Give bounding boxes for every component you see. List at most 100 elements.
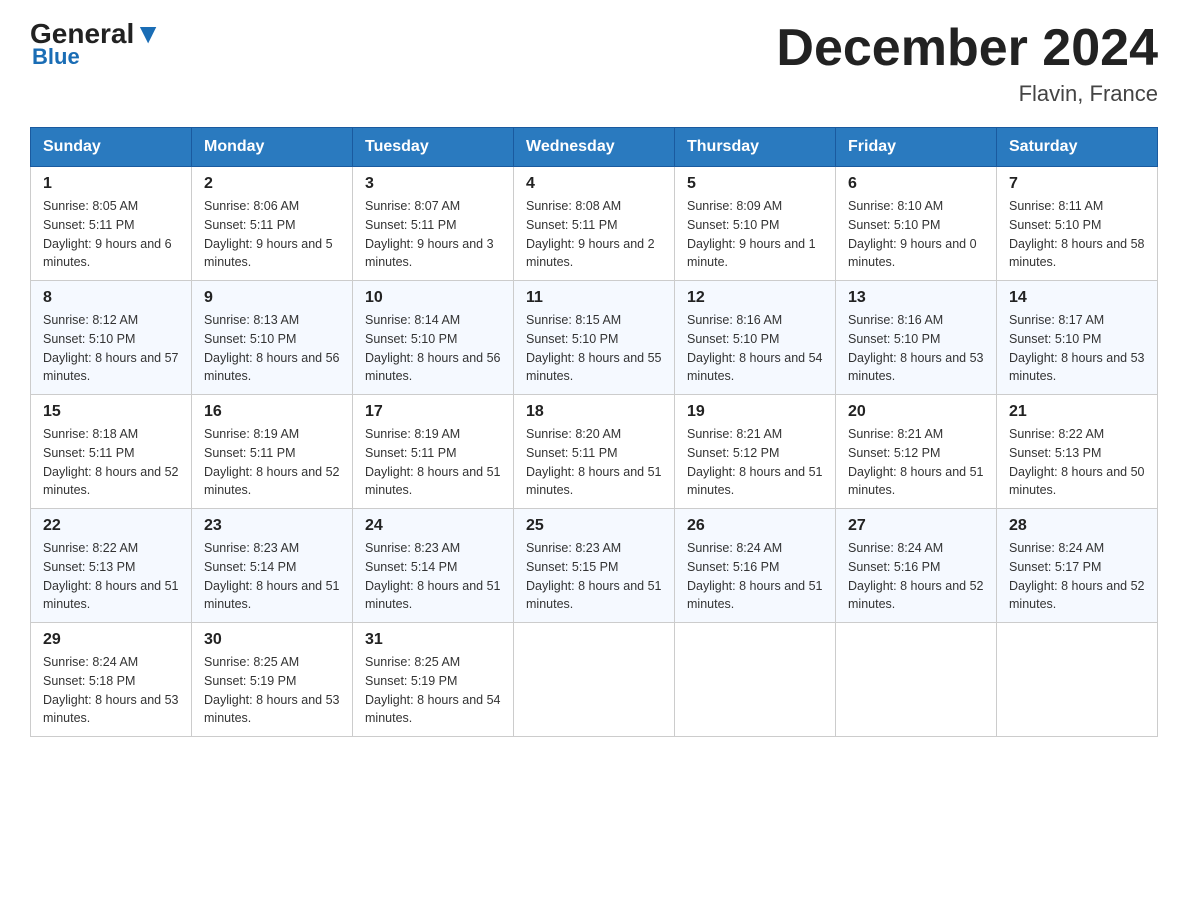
sunset-label: Sunset: 5:11 PM [365,446,457,460]
day-info: Sunrise: 8:24 AM Sunset: 5:17 PM Dayligh… [1009,539,1145,614]
sunset-label: Sunset: 5:10 PM [365,332,457,346]
day-number: 1 [43,175,179,193]
week-row-3: 15 Sunrise: 8:18 AM Sunset: 5:11 PM Dayl… [31,395,1158,509]
sunset-label: Sunset: 5:10 PM [1009,332,1101,346]
sunset-label: Sunset: 5:11 PM [43,218,135,232]
sunset-label: Sunset: 5:19 PM [204,674,296,688]
day-info: Sunrise: 8:22 AM Sunset: 5:13 PM Dayligh… [1009,425,1145,500]
sunset-label: Sunset: 5:17 PM [1009,560,1101,574]
daylight-label: Daylight: 8 hours and 51 minutes. [43,579,179,612]
sunset-label: Sunset: 5:11 PM [204,218,296,232]
sunrise-label: Sunrise: 8:05 AM [43,199,138,213]
day-cell: 29 Sunrise: 8:24 AM Sunset: 5:18 PM Dayl… [31,623,192,737]
day-cell: 2 Sunrise: 8:06 AM Sunset: 5:11 PM Dayli… [192,167,353,281]
sunrise-label: Sunrise: 8:07 AM [365,199,460,213]
sunrise-label: Sunrise: 8:22 AM [1009,427,1104,441]
sunset-label: Sunset: 5:18 PM [43,674,135,688]
day-info: Sunrise: 8:09 AM Sunset: 5:10 PM Dayligh… [687,197,823,272]
day-info: Sunrise: 8:25 AM Sunset: 5:19 PM Dayligh… [365,653,501,728]
daylight-label: Daylight: 8 hours and 53 minutes. [43,693,179,726]
daylight-label: Daylight: 8 hours and 53 minutes. [204,693,340,726]
sunrise-label: Sunrise: 8:08 AM [526,199,621,213]
sunset-label: Sunset: 5:11 PM [526,218,618,232]
day-cell: 12 Sunrise: 8:16 AM Sunset: 5:10 PM Dayl… [675,281,836,395]
day-cell: 4 Sunrise: 8:08 AM Sunset: 5:11 PM Dayli… [514,167,675,281]
day-info: Sunrise: 8:19 AM Sunset: 5:11 PM Dayligh… [204,425,340,500]
day-number: 31 [365,631,501,649]
logo: General▼ Blue [30,20,162,70]
sunrise-label: Sunrise: 8:11 AM [1009,199,1103,213]
day-number: 27 [848,517,984,535]
daylight-label: Daylight: 8 hours and 51 minutes. [204,579,340,612]
day-cell [997,623,1158,737]
daylight-label: Daylight: 8 hours and 51 minutes. [365,465,501,498]
day-number: 4 [526,175,662,193]
daylight-label: Daylight: 8 hours and 50 minutes. [1009,465,1145,498]
daylight-label: Daylight: 8 hours and 52 minutes. [43,465,179,498]
day-number: 23 [204,517,340,535]
calendar-subtitle: Flavin, France [776,81,1158,107]
day-cell: 6 Sunrise: 8:10 AM Sunset: 5:10 PM Dayli… [836,167,997,281]
day-cell: 19 Sunrise: 8:21 AM Sunset: 5:12 PM Dayl… [675,395,836,509]
day-number: 2 [204,175,340,193]
daylight-label: Daylight: 9 hours and 0 minutes. [848,237,977,270]
sunrise-label: Sunrise: 8:24 AM [43,655,138,669]
day-cell: 21 Sunrise: 8:22 AM Sunset: 5:13 PM Dayl… [997,395,1158,509]
day-info: Sunrise: 8:13 AM Sunset: 5:10 PM Dayligh… [204,311,340,386]
day-number: 26 [687,517,823,535]
logo-triangle-shape: ▼ [134,18,162,49]
sunset-label: Sunset: 5:10 PM [687,332,779,346]
day-number: 9 [204,289,340,307]
day-info: Sunrise: 8:23 AM Sunset: 5:14 PM Dayligh… [365,539,501,614]
day-number: 5 [687,175,823,193]
week-row-2: 8 Sunrise: 8:12 AM Sunset: 5:10 PM Dayli… [31,281,1158,395]
page-header: General▼ Blue December 2024 Flavin, Fran… [30,20,1158,107]
sunrise-label: Sunrise: 8:17 AM [1009,313,1104,327]
day-info: Sunrise: 8:24 AM Sunset: 5:16 PM Dayligh… [687,539,823,614]
sunset-label: Sunset: 5:12 PM [848,446,940,460]
day-number: 19 [687,403,823,421]
daylight-label: Daylight: 8 hours and 56 minutes. [365,351,501,384]
day-info: Sunrise: 8:21 AM Sunset: 5:12 PM Dayligh… [848,425,984,500]
sunset-label: Sunset: 5:10 PM [526,332,618,346]
day-cell: 16 Sunrise: 8:19 AM Sunset: 5:11 PM Dayl… [192,395,353,509]
day-cell: 3 Sunrise: 8:07 AM Sunset: 5:11 PM Dayli… [353,167,514,281]
sunset-label: Sunset: 5:15 PM [526,560,618,574]
day-info: Sunrise: 8:10 AM Sunset: 5:10 PM Dayligh… [848,197,984,272]
sunrise-label: Sunrise: 8:19 AM [204,427,299,441]
daylight-label: Daylight: 8 hours and 56 minutes. [204,351,340,384]
day-info: Sunrise: 8:22 AM Sunset: 5:13 PM Dayligh… [43,539,179,614]
sunset-label: Sunset: 5:11 PM [365,218,457,232]
sunrise-label: Sunrise: 8:12 AM [43,313,138,327]
sunrise-label: Sunrise: 8:09 AM [687,199,782,213]
day-cell: 13 Sunrise: 8:16 AM Sunset: 5:10 PM Dayl… [836,281,997,395]
day-info: Sunrise: 8:24 AM Sunset: 5:18 PM Dayligh… [43,653,179,728]
sunset-label: Sunset: 5:14 PM [204,560,296,574]
day-number: 6 [848,175,984,193]
sunrise-label: Sunrise: 8:14 AM [365,313,460,327]
col-header-friday: Friday [836,128,997,167]
daylight-label: Daylight: 8 hours and 52 minutes. [1009,579,1145,612]
day-number: 12 [687,289,823,307]
day-number: 7 [1009,175,1145,193]
day-number: 17 [365,403,501,421]
week-row-1: 1 Sunrise: 8:05 AM Sunset: 5:11 PM Dayli… [31,167,1158,281]
day-info: Sunrise: 8:17 AM Sunset: 5:10 PM Dayligh… [1009,311,1145,386]
day-cell: 8 Sunrise: 8:12 AM Sunset: 5:10 PM Dayli… [31,281,192,395]
sunset-label: Sunset: 5:13 PM [1009,446,1101,460]
day-number: 8 [43,289,179,307]
daylight-label: Daylight: 8 hours and 51 minutes. [687,465,823,498]
day-cell: 14 Sunrise: 8:17 AM Sunset: 5:10 PM Dayl… [997,281,1158,395]
daylight-label: Daylight: 8 hours and 51 minutes. [526,465,662,498]
title-section: December 2024 Flavin, France [776,20,1158,107]
col-header-tuesday: Tuesday [353,128,514,167]
sunset-label: Sunset: 5:10 PM [204,332,296,346]
day-cell: 10 Sunrise: 8:14 AM Sunset: 5:10 PM Dayl… [353,281,514,395]
day-cell: 17 Sunrise: 8:19 AM Sunset: 5:11 PM Dayl… [353,395,514,509]
day-number: 15 [43,403,179,421]
day-info: Sunrise: 8:08 AM Sunset: 5:11 PM Dayligh… [526,197,662,272]
day-info: Sunrise: 8:15 AM Sunset: 5:10 PM Dayligh… [526,311,662,386]
day-cell [675,623,836,737]
calendar-table: SundayMondayTuesdayWednesdayThursdayFrid… [30,127,1158,737]
day-info: Sunrise: 8:11 AM Sunset: 5:10 PM Dayligh… [1009,197,1145,272]
